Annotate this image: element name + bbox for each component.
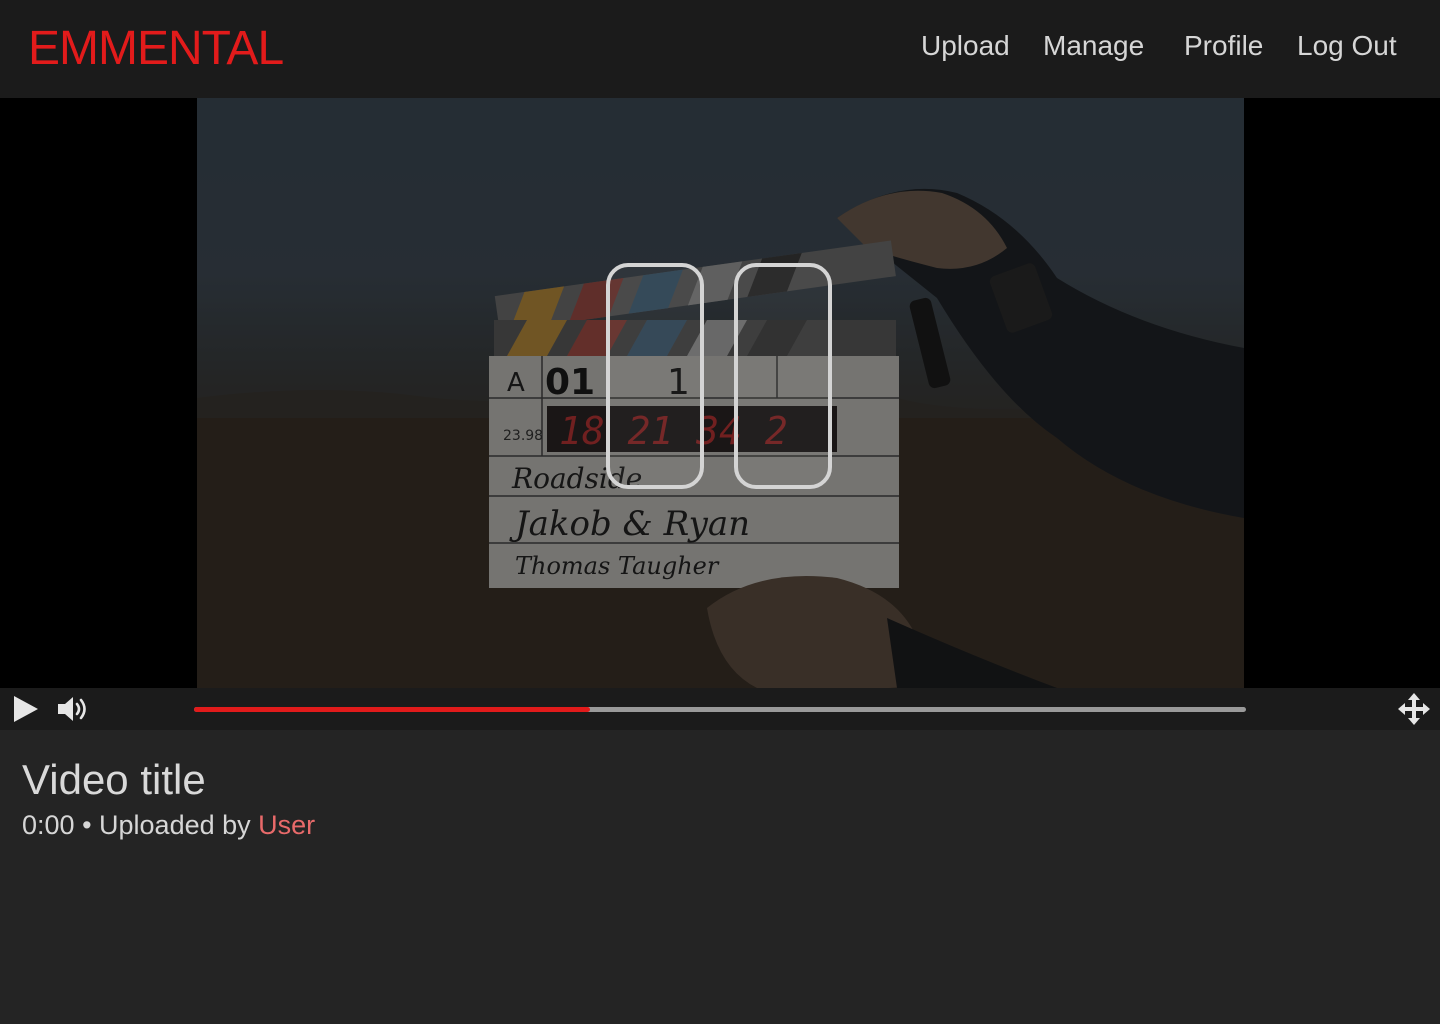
top-nav-bar: EMMENTAL Upload Manage Profile Log Out: [0, 0, 1440, 98]
video-time: 0:00: [22, 810, 75, 840]
uploader-link[interactable]: User: [258, 810, 315, 840]
uploaded-by-label: Uploaded by: [99, 810, 259, 840]
video-player[interactable]: A 01 1 23.98 18 21 34 2 Roadside Jakob &…: [0, 98, 1440, 688]
player-controls: [0, 688, 1440, 730]
video-frame[interactable]: A 01 1 23.98 18 21 34 2 Roadside Jakob &…: [197, 98, 1244, 688]
nav-manage-link[interactable]: Manage: [1043, 28, 1144, 64]
progress-track[interactable]: [194, 707, 1246, 712]
volume-icon[interactable]: [56, 694, 92, 724]
nav-profile-link[interactable]: Profile: [1184, 28, 1263, 64]
video-title: Video title: [22, 756, 206, 803]
pause-overlay-dim: [197, 98, 1244, 688]
nav-upload-link[interactable]: Upload: [921, 28, 1010, 64]
move-arrows-icon[interactable]: [1398, 693, 1430, 725]
pause-right-bar[interactable]: [734, 263, 832, 489]
progress-fill: [194, 707, 590, 712]
pause-left-bar[interactable]: [606, 263, 704, 489]
site-logo[interactable]: EMMENTAL: [28, 24, 284, 74]
play-icon[interactable]: [12, 695, 40, 723]
video-meta: 0:00 • Uploaded by User: [22, 808, 315, 842]
nav-logout-link[interactable]: Log Out: [1297, 28, 1397, 64]
meta-separator: •: [74, 810, 100, 840]
